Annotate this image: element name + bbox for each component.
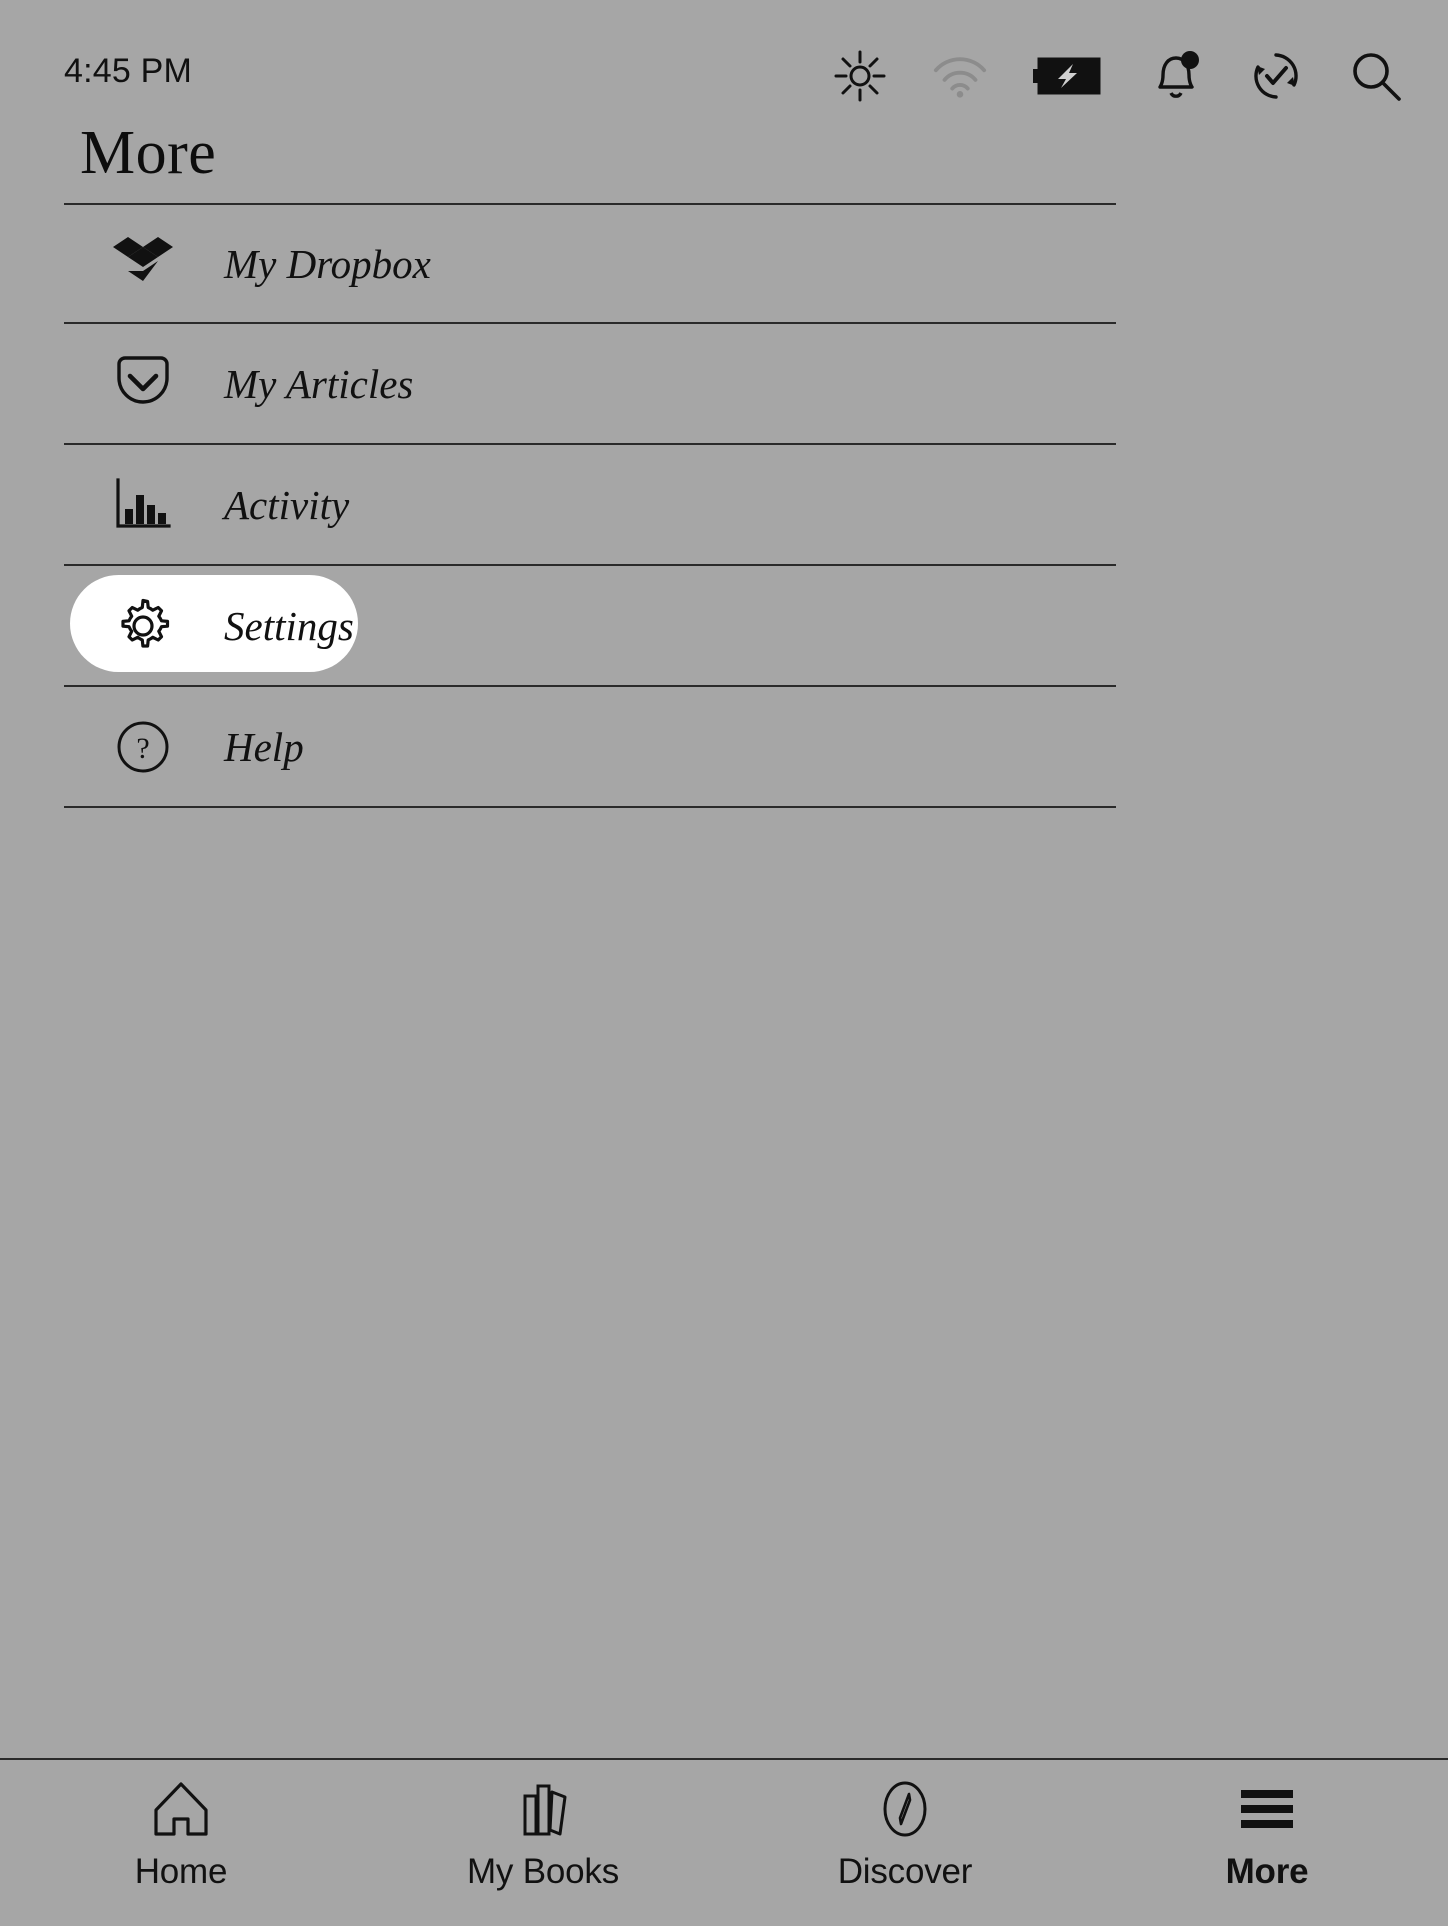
notifications-bell-icon[interactable]	[1148, 48, 1204, 104]
books-icon	[512, 1778, 574, 1840]
pocket-icon	[100, 354, 186, 414]
menu-item-my-articles[interactable]: My Articles	[64, 324, 1116, 445]
menu-item-settings[interactable]: Settings	[64, 566, 1116, 687]
menu-item-label: My Articles	[224, 360, 413, 408]
menu-item-label: Help	[224, 723, 304, 771]
battery-charging-icon	[1032, 48, 1104, 104]
dropbox-icon	[100, 235, 186, 293]
nav-item-label: Home	[135, 1852, 228, 1892]
sync-complete-icon[interactable]	[1248, 48, 1304, 104]
menu-item-label: Settings	[224, 602, 354, 650]
search-icon[interactable]	[1348, 48, 1404, 104]
wifi-icon[interactable]	[932, 48, 988, 104]
nav-item-label: Discover	[838, 1852, 973, 1892]
menu-item-my-dropbox[interactable]: My Dropbox	[64, 203, 1116, 324]
nav-item-my-books[interactable]: My Books	[362, 1778, 724, 1892]
nav-item-label: My Books	[467, 1852, 619, 1892]
status-icon-group	[832, 48, 1404, 104]
compass-icon	[876, 1778, 934, 1840]
nav-item-home[interactable]: Home	[0, 1778, 362, 1892]
bottom-navigation-bar: Home My Books Discover	[0, 1758, 1448, 1926]
nav-item-more[interactable]: More	[1086, 1778, 1448, 1892]
svg-text:?: ?	[136, 732, 149, 765]
brightness-icon[interactable]	[832, 48, 888, 104]
nav-item-discover[interactable]: Discover	[724, 1778, 1086, 1892]
status-bar: 4:45 PM	[0, 0, 1448, 120]
page-title: More	[80, 118, 216, 189]
more-menu-list: My Dropbox My Articles Activity	[64, 203, 1116, 808]
status-time: 4:45 PM	[64, 52, 192, 91]
menu-item-label: My Dropbox	[224, 240, 431, 288]
gear-icon	[100, 597, 186, 655]
menu-item-help[interactable]: ? Help	[64, 687, 1116, 808]
home-icon	[150, 1778, 212, 1840]
menu-item-activity[interactable]: Activity	[64, 445, 1116, 566]
help-circle-icon: ?	[100, 719, 186, 775]
menu-item-label: Activity	[224, 481, 349, 529]
activity-chart-icon	[100, 477, 186, 533]
hamburger-icon	[1236, 1778, 1298, 1840]
nav-item-label: More	[1226, 1852, 1309, 1892]
